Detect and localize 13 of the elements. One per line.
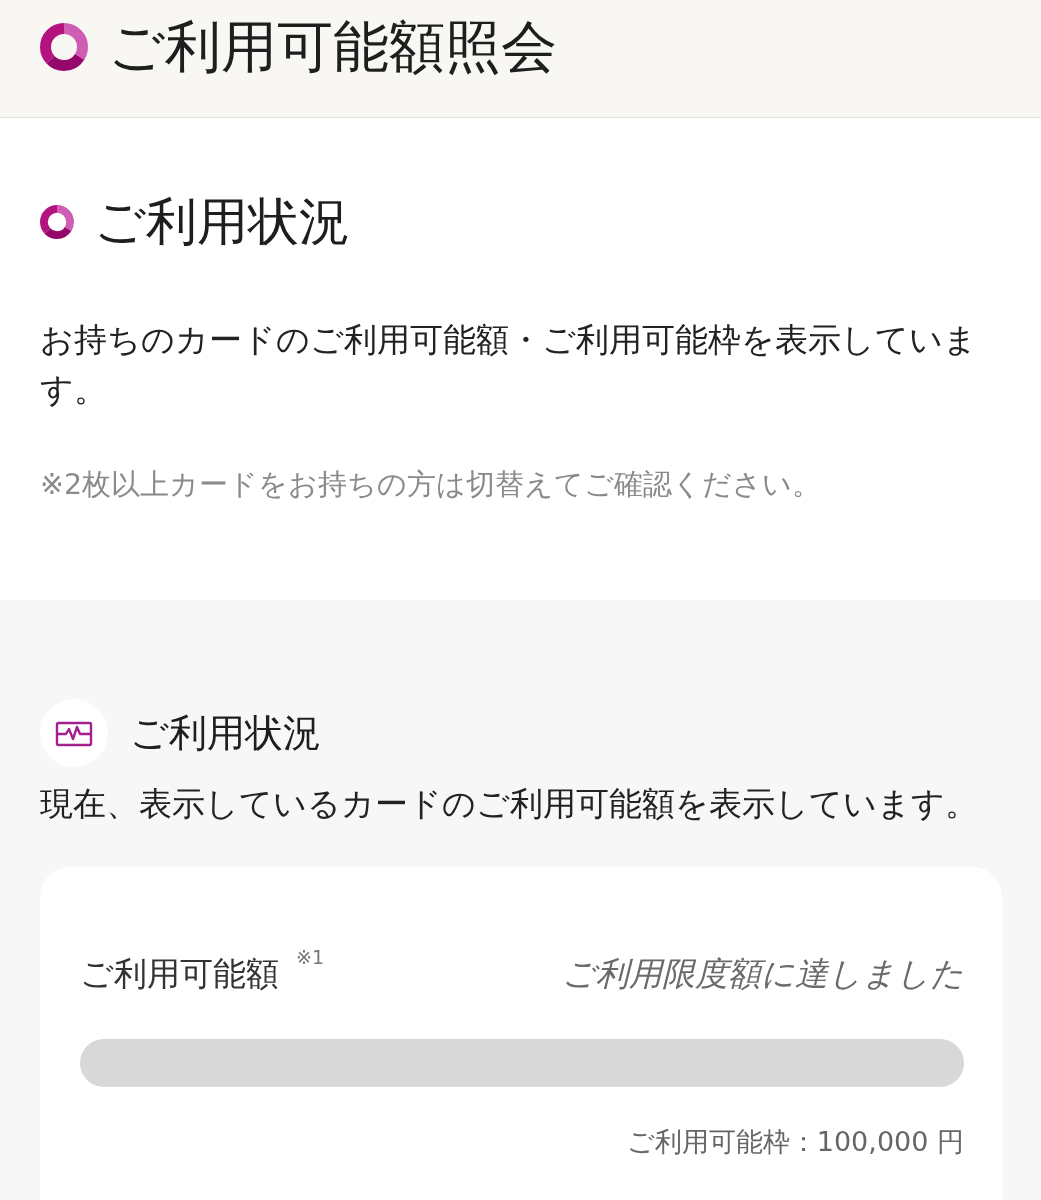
- status-text: ご利用限度額に達しました: [562, 953, 964, 995]
- heartbeat-monitor-icon: [40, 699, 108, 767]
- page-title: ご利用可能額照会: [108, 16, 557, 78]
- footnote-mark: ※1: [296, 945, 324, 969]
- description-text: 現在、表示しているカードのご利用可能額を表示しています。: [40, 783, 979, 825]
- description-text: お持ちのカードのご利用可能額・ご利用可能枠を表示しています。: [40, 319, 978, 411]
- ring-icon: [40, 23, 88, 71]
- limit-text: ご利用可能枠：100,000 円: [625, 1125, 964, 1159]
- panel-heading: ご利用状況: [130, 710, 321, 757]
- ring-icon: [40, 205, 74, 239]
- note-text: ※2枚以上カードをお持ちの方は切替えてご確認ください。: [40, 467, 822, 503]
- section-heading: ご利用状況: [94, 194, 350, 250]
- amount-label: ご利用可能額: [80, 953, 279, 995]
